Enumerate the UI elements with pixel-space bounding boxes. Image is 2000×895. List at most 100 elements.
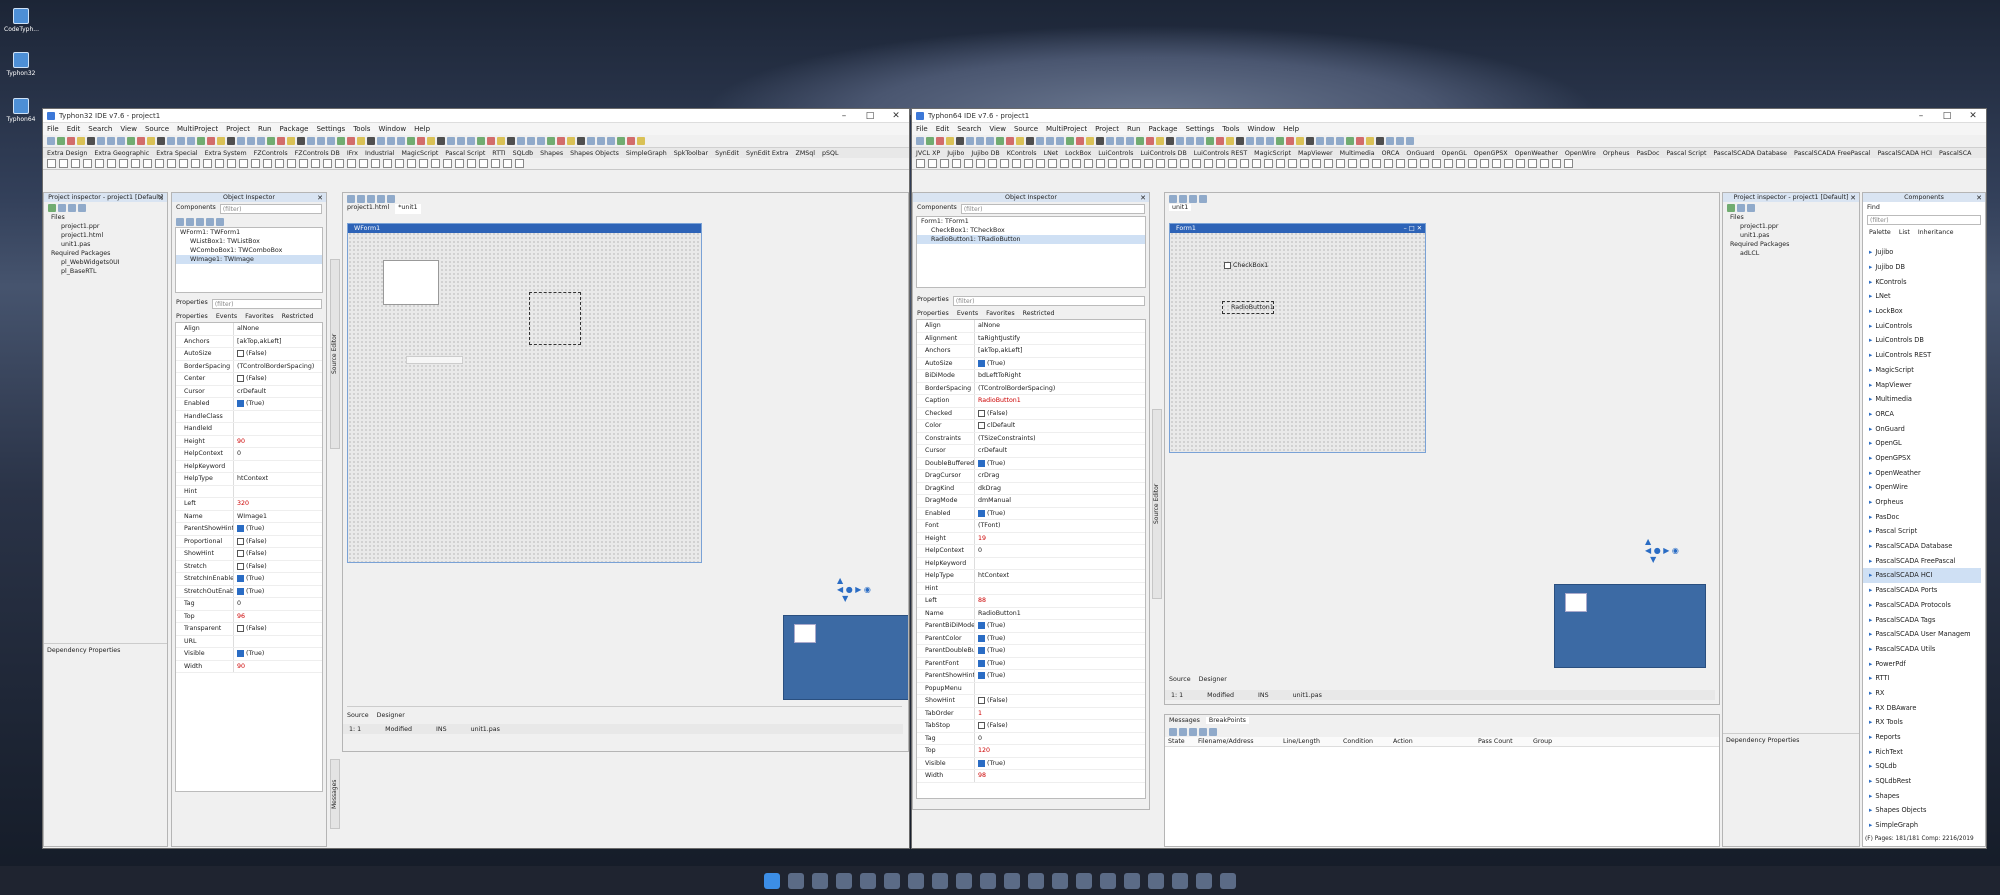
component-node[interactable]: WImage1: TWImage [176,255,322,264]
property-row[interactable]: BiDiMode bdLeftToRight [917,370,1145,383]
taskbar-app-icon[interactable] [1076,872,1092,889]
toolbar-button[interactable] [1106,137,1114,145]
palette-tab[interactable]: OpenWire [1565,150,1596,157]
property-row[interactable]: Alignment taRightJustify [917,332,1145,345]
palette-tab[interactable]: SynEdit Extra [746,150,789,157]
property-value[interactable]: [akTop,akLeft] [234,338,281,345]
property-value[interactable]: crDrag [975,472,999,479]
component-category[interactable]: PascalSCADA Database [1863,539,1981,554]
checkbox[interactable] [237,587,244,595]
toolbar-button[interactable] [237,137,245,145]
palette-component-icon[interactable] [1468,159,1477,168]
toolbar-button[interactable] [117,137,125,145]
palette-tab[interactable]: LuiControls DB [1140,150,1186,157]
palette-tab[interactable]: KControls [1007,150,1037,157]
palette-component-icon[interactable] [988,159,997,168]
toolbar-button[interactable] [407,137,415,145]
palette-tab[interactable]: LNet [1044,150,1059,157]
palette-tab[interactable]: Orpheus [1603,150,1630,157]
component-category[interactable]: OpenGL [1863,436,1981,451]
palette-component-icon[interactable] [964,159,973,168]
property-row[interactable]: Height 90 [176,435,322,448]
property-value[interactable]: (TSizeConstraints) [975,435,1036,442]
palette-component-icon[interactable] [167,159,176,168]
palette-component-icon[interactable] [323,159,332,168]
component-category[interactable]: RTTI [1863,671,1981,686]
property-row[interactable]: Tag 0 [917,732,1145,745]
toolbar-button[interactable] [1276,137,1284,145]
toolbar-button[interactable] [337,137,345,145]
checkbox[interactable] [978,659,985,667]
inspector-tab[interactable]: Properties [917,310,949,317]
palette-component-icon[interactable] [952,159,961,168]
component-category[interactable]: RX [1863,686,1981,701]
property-value[interactable]: 1 [975,710,982,717]
palette-tab[interactable]: FZControls [254,150,288,157]
palette-tab[interactable]: OpenWeather [1515,150,1558,157]
palette-component-icon[interactable] [155,159,164,168]
property-row[interactable]: StretchInEnable (True) [176,573,322,586]
palette-component-icon[interactable] [335,159,344,168]
property-value[interactable]: 90 [234,663,245,670]
tree-node[interactable]: unit1.pas [1726,231,1856,240]
toolbar-button[interactable] [1346,137,1354,145]
property-row[interactable]: Left 88 [917,595,1145,608]
checkbox[interactable] [978,672,985,680]
property-row[interactable]: ParentFont (True) [917,657,1145,670]
palette-tab[interactable]: PascalSCADA HCI [1878,150,1932,157]
taskbar-app-icon[interactable] [1004,872,1020,889]
palette-component-icon[interactable] [1168,159,1177,168]
toolbar-button[interactable] [527,137,535,145]
property-row[interactable]: Hint [176,485,322,498]
find-input[interactable]: (filter) [1867,215,1981,225]
palette-component-icon[interactable] [976,159,985,168]
palette-component-icon[interactable] [1228,159,1237,168]
taskbar-app-icon[interactable] [908,872,924,889]
palette-tab[interactable]: FZControls DB [295,150,340,157]
palette-component-icon[interactable] [371,159,380,168]
inspector-tab[interactable]: Favorites [986,310,1014,317]
toolbar-button[interactable] [257,137,265,145]
component-category[interactable]: OpenWeather [1863,465,1981,480]
property-row[interactable]: Left 320 [176,498,322,511]
checkbox[interactable] [978,697,985,705]
palette-component-icon[interactable] [1456,159,1465,168]
palette-component-icon[interactable] [467,159,476,168]
property-row[interactable]: HelpKeyword [917,557,1145,570]
property-row[interactable]: Color clDefault [917,420,1145,433]
taskbar-app-icon[interactable] [1172,872,1188,889]
property-row[interactable]: Align alNone [176,323,322,336]
toolbar-button[interactable] [1326,137,1334,145]
checkbox[interactable] [237,525,244,533]
component-category[interactable]: OnGuard [1863,421,1981,436]
palette-component-icon[interactable] [515,159,524,168]
palette-component-icon[interactable] [1096,159,1105,168]
property-value[interactable]: dkDrag [975,485,1001,492]
checkbox[interactable] [237,575,244,583]
property-value[interactable]: WImage1 [234,513,267,520]
property-row[interactable]: DragMode dmManual [917,495,1145,508]
palette-component-icon[interactable] [1516,159,1525,168]
palette-component-icon[interactable] [443,159,452,168]
component-category[interactable]: KControls [1863,274,1981,289]
tree-node[interactable]: pl_WebWidgets0UI [47,258,164,267]
checkbox[interactable] [237,537,244,545]
property-row[interactable]: Proportional (False) [176,535,322,548]
component-category[interactable]: LuiControls [1863,318,1981,333]
toolbar-button[interactable] [1046,137,1054,145]
component-category[interactable]: PascalSCADA HCI [1863,568,1981,583]
property-row[interactable]: HelpKeyword [176,460,322,473]
component-category[interactable]: PascalSCADA Ports [1863,583,1981,598]
close-button[interactable]: ✕ [883,111,909,121]
start-button[interactable] [764,872,780,889]
palette-tab[interactable]: SimpleGraph [626,150,667,157]
column-header[interactable]: Line/Length [1280,738,1340,745]
component-node[interactable]: Form1: TForm1 [917,217,1145,226]
toolbar-button[interactable] [217,137,225,145]
toolbar-button[interactable] [1116,137,1124,145]
checkbox[interactable] [978,409,985,417]
toolbar-button[interactable] [47,137,55,145]
palette-tab[interactable]: PascalSCADA Database [1713,150,1787,157]
tree-node[interactable]: Files [47,213,164,222]
toolbar-button[interactable] [577,137,585,145]
